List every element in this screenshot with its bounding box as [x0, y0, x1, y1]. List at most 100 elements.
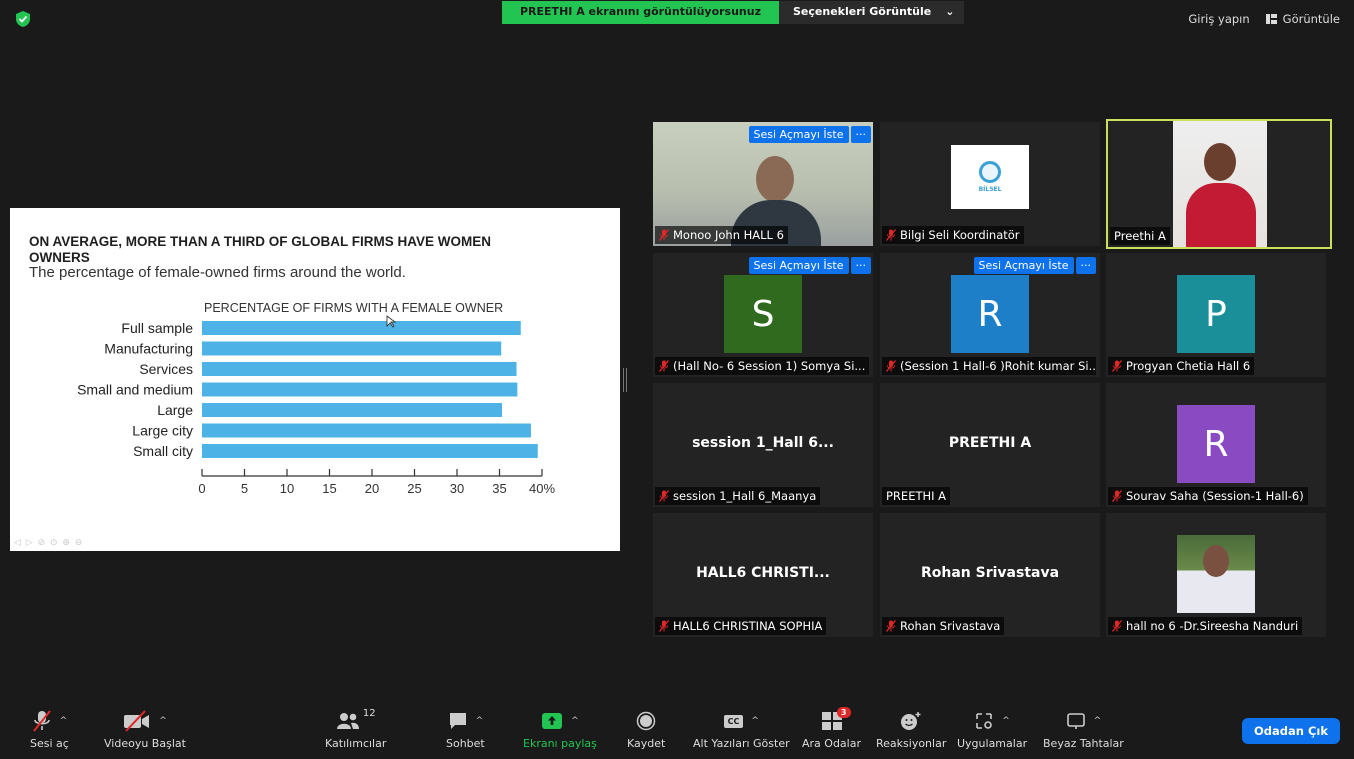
- meeting-toolbar: ^ Sesi aç ^ Videoyu Başlat 12 Katılımcıl…: [0, 700, 1354, 759]
- x-tick-label: 30: [450, 481, 464, 496]
- request-unmute[interactable]: Sesi Açmayı İste ···: [748, 126, 871, 143]
- participant-tile[interactable]: R Sesi Açmayı İste ··· (Session 1 Hall-6 )R…: [880, 253, 1100, 377]
- participant-name-text: hall no 6 -Dr.Sireesha Nanduri: [1126, 619, 1299, 633]
- participant-tile[interactable]: hall no 6 -Dr.Sireesha Nanduri: [1106, 513, 1326, 637]
- x-tick-label: 40%: [529, 481, 555, 496]
- bar: [202, 362, 517, 376]
- x-tick-label: 20: [365, 481, 379, 496]
- chevron-down-icon: ⌄: [945, 5, 955, 18]
- closed-captions-icon: CC: [723, 714, 744, 728]
- sign-in-button[interactable]: Giriş yapın: [1188, 12, 1249, 26]
- unmute-options-caret[interactable]: ^: [60, 716, 68, 726]
- captions-options-caret[interactable]: ^: [751, 716, 759, 726]
- participant-tile[interactable]: R Sourav Saha (Session-1 Hall-6): [1106, 383, 1326, 507]
- participant-display-name: session 1_Hall 6...: [692, 435, 834, 451]
- x-tick-label: 5: [241, 481, 248, 496]
- share-screen-icon: [542, 713, 563, 729]
- participant-tile[interactable]: P Progyan Chetia Hall 6: [1106, 253, 1326, 377]
- smiley-plus-icon: [901, 712, 921, 730]
- unmute-button[interactable]: ^ Sesi aç: [30, 708, 69, 750]
- whiteboards-label: Beyaz Tahtalar: [1043, 737, 1124, 750]
- chat-button[interactable]: ^ Sohbet: [446, 708, 485, 750]
- apps-button[interactable]: ^ Uygulamalar: [957, 708, 1027, 750]
- participant-tile[interactable]: S Sesi Açmayı İste ··· (Hall No- 6 Session …: [653, 253, 873, 377]
- reactions-button[interactable]: Reaksiyonlar: [876, 708, 946, 750]
- category-label: Services: [139, 361, 193, 377]
- more-options-icon[interactable]: ···: [1075, 257, 1096, 274]
- share-banner-text: PREETHI A ekranını görüntülüyorsunuz: [502, 1, 779, 24]
- apps-options-caret[interactable]: ^: [1002, 716, 1010, 726]
- panel-resize-handle[interactable]: [623, 368, 627, 392]
- logo-text: BİLSEL: [978, 186, 1002, 193]
- record-button[interactable]: Kaydet: [627, 708, 665, 750]
- category-label: Large: [157, 402, 193, 418]
- view-button[interactable]: Görüntüle: [1265, 12, 1340, 26]
- breakout-rooms-label: Ara Odalar: [802, 737, 861, 750]
- share-options-caret[interactable]: ^: [571, 716, 579, 726]
- female-ownership-bar-chart: PERCENTAGE OF FIRMS WITH A FEMALE OWNER F…: [77, 301, 555, 496]
- reactions-label: Reaksiyonlar: [876, 737, 947, 750]
- share-screen-label: Ekranı paylaş: [523, 737, 597, 750]
- share-screen-button[interactable]: ^ Ekranı paylaş: [523, 708, 597, 750]
- participant-name: PREETHI A: [882, 487, 951, 505]
- participant-tile[interactable]: HALL6 CHRISTI... HALL6 CHRISTINA SOPHIA: [653, 513, 873, 637]
- category-label: Full sample: [121, 320, 193, 336]
- request-unmute-button[interactable]: Sesi Açmayı İste: [748, 126, 849, 143]
- participant-name-text: PREETHI A: [886, 489, 947, 503]
- participant-tile[interactable]: PREETHI A PREETHI A: [880, 383, 1100, 507]
- chat-options-caret[interactable]: ^: [476, 716, 484, 726]
- breakout-rooms-button[interactable]: 3 Ara Odalar: [802, 707, 861, 750]
- video-off-icon: [124, 710, 150, 732]
- participant-name-text: Sourav Saha (Session-1 Hall-6): [1126, 489, 1304, 503]
- video-options-caret[interactable]: ^: [159, 716, 167, 726]
- participant-tile[interactable]: Preethi A: [1106, 119, 1332, 249]
- chart-title: PERCENTAGE OF FIRMS WITH A FEMALE OWNER: [204, 301, 503, 315]
- participant-avatar: R: [951, 275, 1029, 353]
- participant-tile[interactable]: Sesi Açmayı İste ··· Monoo John HALL 6: [653, 122, 873, 246]
- participant-avatar: P: [1177, 275, 1255, 353]
- x-tick-label: 0: [198, 481, 205, 496]
- participants-icon: [336, 713, 359, 729]
- more-options-icon[interactable]: ···: [850, 257, 871, 274]
- participant-name: (Hall No- 6 Session 1) Somya Si...: [655, 357, 869, 375]
- person-head: [1203, 545, 1229, 577]
- whiteboards-button[interactable]: ^ Beyaz Tahtalar: [1043, 708, 1124, 750]
- participant-name: session 1_Hall 6_Maanya: [655, 487, 821, 505]
- participant-avatar: R: [1177, 405, 1255, 483]
- captions-button[interactable]: CC ^ Alt Yazıları Göster: [693, 708, 790, 750]
- logo-mark: [979, 161, 1001, 183]
- person-body: [1186, 183, 1256, 247]
- participant-avatar: S: [724, 275, 802, 353]
- chat-label: Sohbet: [446, 737, 485, 750]
- more-options-icon[interactable]: ···: [850, 126, 871, 143]
- participant-name: Rohan Srivastava: [882, 617, 1005, 635]
- bar: [202, 321, 521, 335]
- security-shield-icon[interactable]: [14, 10, 32, 28]
- bar: [202, 382, 518, 397]
- bar: [202, 423, 531, 438]
- participant-name: Sourav Saha (Session-1 Hall-6): [1108, 487, 1308, 505]
- request-unmute-button[interactable]: Sesi Açmayı İste: [748, 257, 849, 274]
- leave-meeting-button[interactable]: Odadan Çık: [1242, 718, 1340, 744]
- participant-tile[interactable]: session 1_Hall 6... session 1_Hall 6_Maan…: [653, 383, 873, 507]
- request-unmute[interactable]: Sesi Açmayı İste ···: [748, 257, 871, 274]
- slide-nav-controls[interactable]: ◁ ▷ ⊘ ⊙ ⊕ ⊖: [14, 538, 83, 548]
- participant-tile[interactable]: BİLSEL Bilgi Seli Koordinatör: [880, 122, 1100, 246]
- participant-name: Preethi A: [1110, 227, 1170, 245]
- zoom-meeting-window: PREETHI A ekranını görüntülüyorsunuz Seç…: [0, 0, 1354, 759]
- microphone-muted-icon: [32, 710, 51, 732]
- request-unmute-button[interactable]: Sesi Açmayı İste: [973, 257, 1074, 274]
- participants-button[interactable]: 12 Katılımcılar: [325, 708, 386, 750]
- x-tick-label: 35: [492, 481, 506, 496]
- request-unmute[interactable]: Sesi Açmayı İste ···: [973, 257, 1096, 274]
- bar: [202, 444, 538, 458]
- category-label: Small and medium: [77, 382, 193, 398]
- start-video-button[interactable]: ^ Videoyu Başlat: [104, 708, 186, 750]
- person-head: [1204, 143, 1236, 181]
- whiteboard-options-caret[interactable]: ^: [1094, 716, 1102, 726]
- bar: [202, 341, 502, 356]
- view-options-button[interactable]: Seçenekleri Görüntüle ⌄: [779, 1, 965, 24]
- unmute-label: Sesi aç: [30, 737, 69, 750]
- participant-tile[interactable]: Rohan Srivastava Rohan Srivastava: [880, 513, 1100, 637]
- view-label: Görüntüle: [1282, 12, 1340, 26]
